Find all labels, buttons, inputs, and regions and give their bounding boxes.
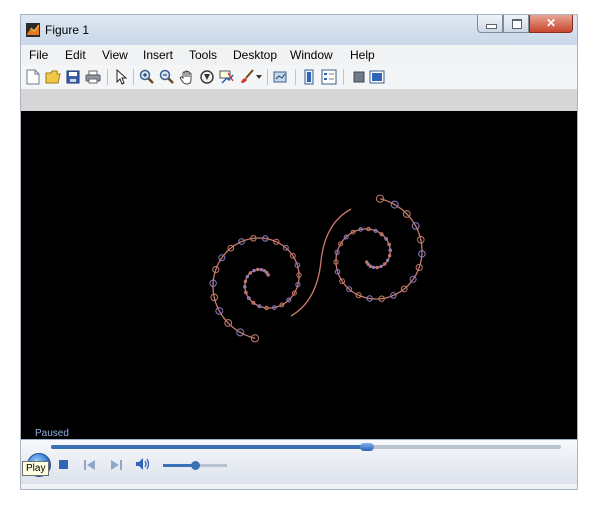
- print-icon[interactable]: [85, 69, 101, 85]
- play-tooltip: Play: [22, 461, 50, 476]
- seek-bar[interactable]: [51, 443, 561, 451]
- menu-window[interactable]: Window: [290, 48, 333, 62]
- pointer-icon[interactable]: [113, 69, 129, 85]
- toolbar-separator: [133, 69, 134, 85]
- menu-edit[interactable]: Edit: [65, 48, 86, 62]
- speaker-icon: [136, 458, 150, 470]
- menu-bar: File Edit View Insert Tools Desktop Wind…: [21, 45, 577, 65]
- menu-desktop[interactable]: Desktop: [233, 48, 277, 62]
- next-button[interactable]: [109, 458, 123, 476]
- window-title: Figure 1: [45, 23, 90, 37]
- save-icon[interactable]: [65, 69, 81, 85]
- toolbar-separator: [267, 69, 268, 85]
- previous-icon: [84, 460, 95, 470]
- previous-button[interactable]: [83, 458, 97, 476]
- new-file-icon[interactable]: [25, 69, 41, 85]
- title-bar[interactable]: Figure 1: [21, 15, 577, 45]
- julia-set-fractal: [209, 194, 426, 343]
- rotate-3d-icon[interactable]: [199, 69, 215, 85]
- mute-button[interactable]: [135, 457, 151, 476]
- zoom-out-icon[interactable]: [159, 69, 175, 85]
- dropdown-arrow-icon[interactable]: [255, 69, 263, 85]
- menu-insert[interactable]: Insert: [143, 48, 173, 62]
- figure-canvas[interactable]: [21, 111, 577, 439]
- open-folder-icon[interactable]: [45, 69, 61, 85]
- volume-thumb[interactable]: [191, 461, 200, 470]
- plot-tools-strip: [21, 90, 577, 111]
- toolbar-separator: [295, 69, 296, 85]
- matlab-logo-icon: [26, 23, 40, 37]
- minimize-button[interactable]: [477, 15, 503, 33]
- legend-icon[interactable]: [321, 69, 337, 85]
- toolbar-separator: [107, 69, 108, 85]
- colorbar-icon[interactable]: [301, 69, 317, 85]
- stop-button[interactable]: [59, 460, 68, 469]
- figure-toolbar: [21, 65, 577, 90]
- menu-view[interactable]: View: [102, 48, 128, 62]
- fractal-spiral: [335, 198, 423, 300]
- maximize-button[interactable]: [503, 15, 529, 33]
- brush-icon[interactable]: [239, 69, 255, 85]
- menu-tools[interactable]: Tools: [189, 48, 217, 62]
- playback-status: Paused: [35, 428, 69, 439]
- next-icon: [111, 460, 122, 470]
- show-plot-tools-icon[interactable]: [369, 69, 385, 85]
- fractal-spiral: [212, 237, 300, 339]
- data-cursor-icon[interactable]: [219, 69, 235, 85]
- fractal-bridge: [290, 208, 352, 317]
- seek-thumb[interactable]: [360, 443, 375, 451]
- seek-progress: [51, 445, 368, 449]
- pan-hand-icon[interactable]: [179, 69, 195, 85]
- player-controls: [21, 439, 577, 484]
- close-button[interactable]: [529, 15, 573, 33]
- zoom-in-icon[interactable]: [139, 69, 155, 85]
- toolbar-separator: [343, 69, 344, 85]
- figure-window: Figure 1 File Edit View Insert Tools Des…: [20, 14, 578, 490]
- menu-file[interactable]: File: [29, 48, 48, 62]
- hide-plot-tools-icon[interactable]: [351, 69, 367, 85]
- link-plot-icon[interactable]: [273, 69, 289, 85]
- menu-help[interactable]: Help: [350, 48, 375, 62]
- volume-slider[interactable]: [163, 461, 227, 470]
